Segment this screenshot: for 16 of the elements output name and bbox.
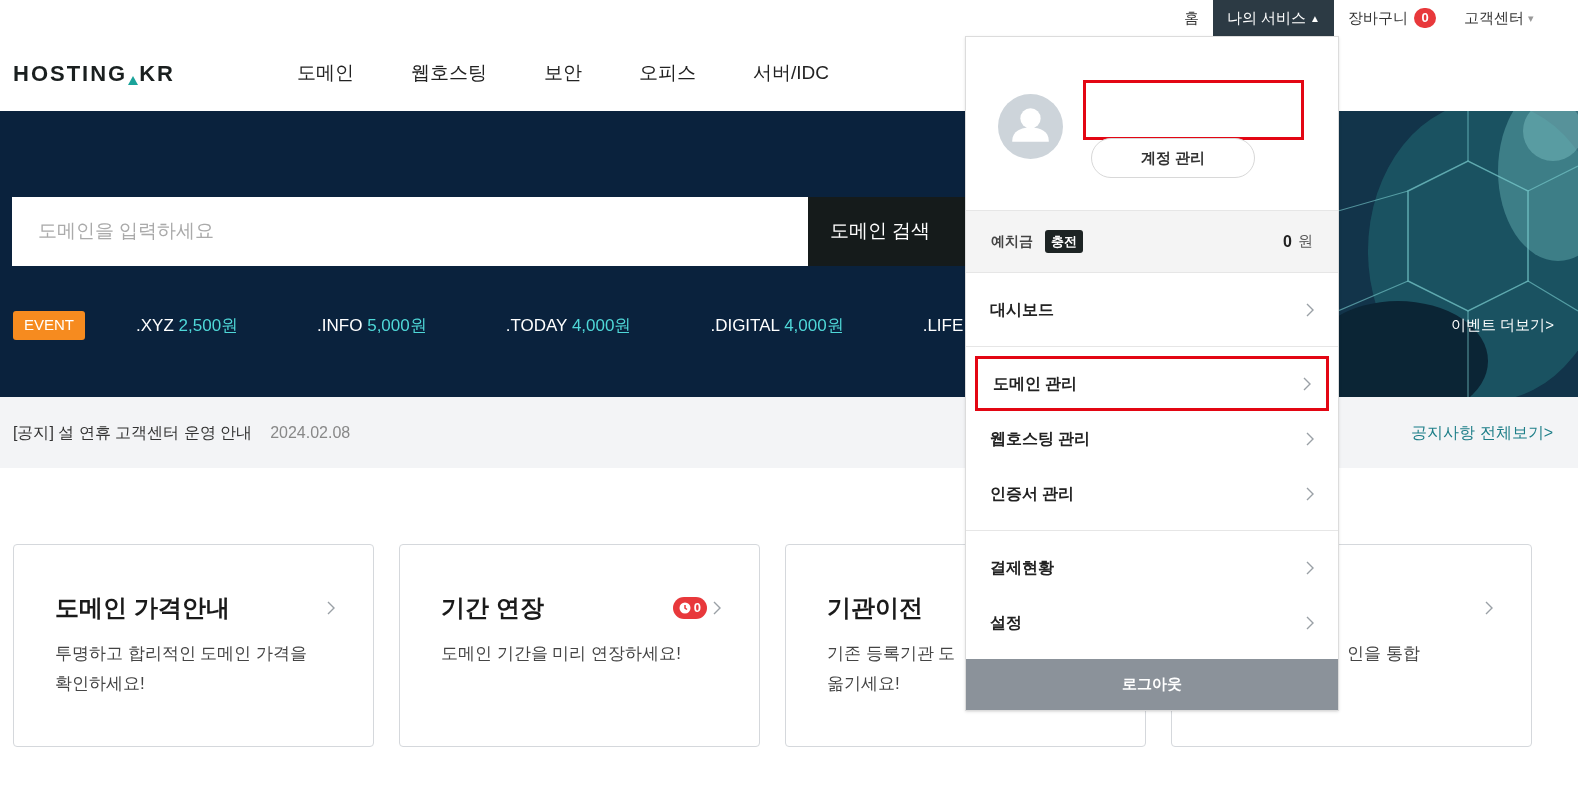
event-badge: EVENT (13, 311, 85, 340)
card-title: 기관이전 (827, 593, 923, 623)
card-description: 투명하고 합리적인 도메인 가격을 (55, 643, 309, 665)
card-title: 기간 연장 (441, 593, 544, 623)
card-description: 기존 등록기관 도 (827, 643, 957, 665)
currency-unit: 원 (1298, 231, 1313, 252)
cart-count-badge: 0 (1414, 8, 1436, 28)
notice-date: 2024.02.08 (270, 422, 351, 443)
card-description: 도메인 기간을 미리 연장하세요! (441, 643, 682, 665)
card-description: 인을 통합 (1347, 643, 1421, 665)
deposit-label: 예치금 (991, 232, 1033, 251)
card-description: 확인하세요! (55, 673, 146, 695)
card-description: 옮기세요! (827, 673, 901, 695)
card-title: 도메인 가격안내 (55, 593, 230, 623)
deposit-amount: 0 (1283, 231, 1292, 252)
renewal-count-badge: 0 (672, 597, 707, 619)
